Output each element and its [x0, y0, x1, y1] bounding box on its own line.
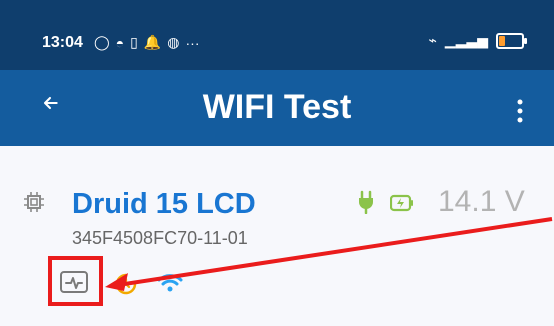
device-id: 345F4508FC70-11-01 — [72, 228, 248, 248]
app-icon: ◍ — [167, 34, 180, 50]
status-system-icons: ⌁ ▁▂▃▅ — [428, 32, 527, 49]
wifi-icon — [157, 274, 183, 292]
battery-charging-icon — [390, 194, 413, 212]
more-notifications-icon: ··· — [185, 34, 200, 51]
signal-icon: ▁▂▃▅ — [444, 32, 488, 48]
activity-highlight-box — [48, 256, 103, 306]
voltage-value: 14.1 V — [438, 185, 525, 218]
battery-status-icon — [496, 32, 527, 49]
more-vertical-icon[interactable] — [516, 98, 524, 124]
device-name[interactable]: Druid 15 LCD — [72, 188, 256, 221]
status-notification-icons: ◯ ◓ ▯ 🔔 ◍ ··· — [94, 34, 200, 51]
chip-icon — [24, 192, 44, 212]
page-title: WIFI Test — [202, 88, 352, 126]
chat-icon: ◓ — [115, 34, 125, 51]
bell-icon: 🔔 — [143, 34, 162, 50]
battery-saver-icon: ▯ — [130, 34, 138, 50]
wifi-status-icon: ⌁ — [428, 32, 437, 48]
plug-icon — [359, 190, 373, 214]
status-time: 13:04 — [42, 34, 83, 51]
whatsapp-icon: ◯ — [94, 34, 110, 50]
clock-icon — [115, 273, 137, 295]
